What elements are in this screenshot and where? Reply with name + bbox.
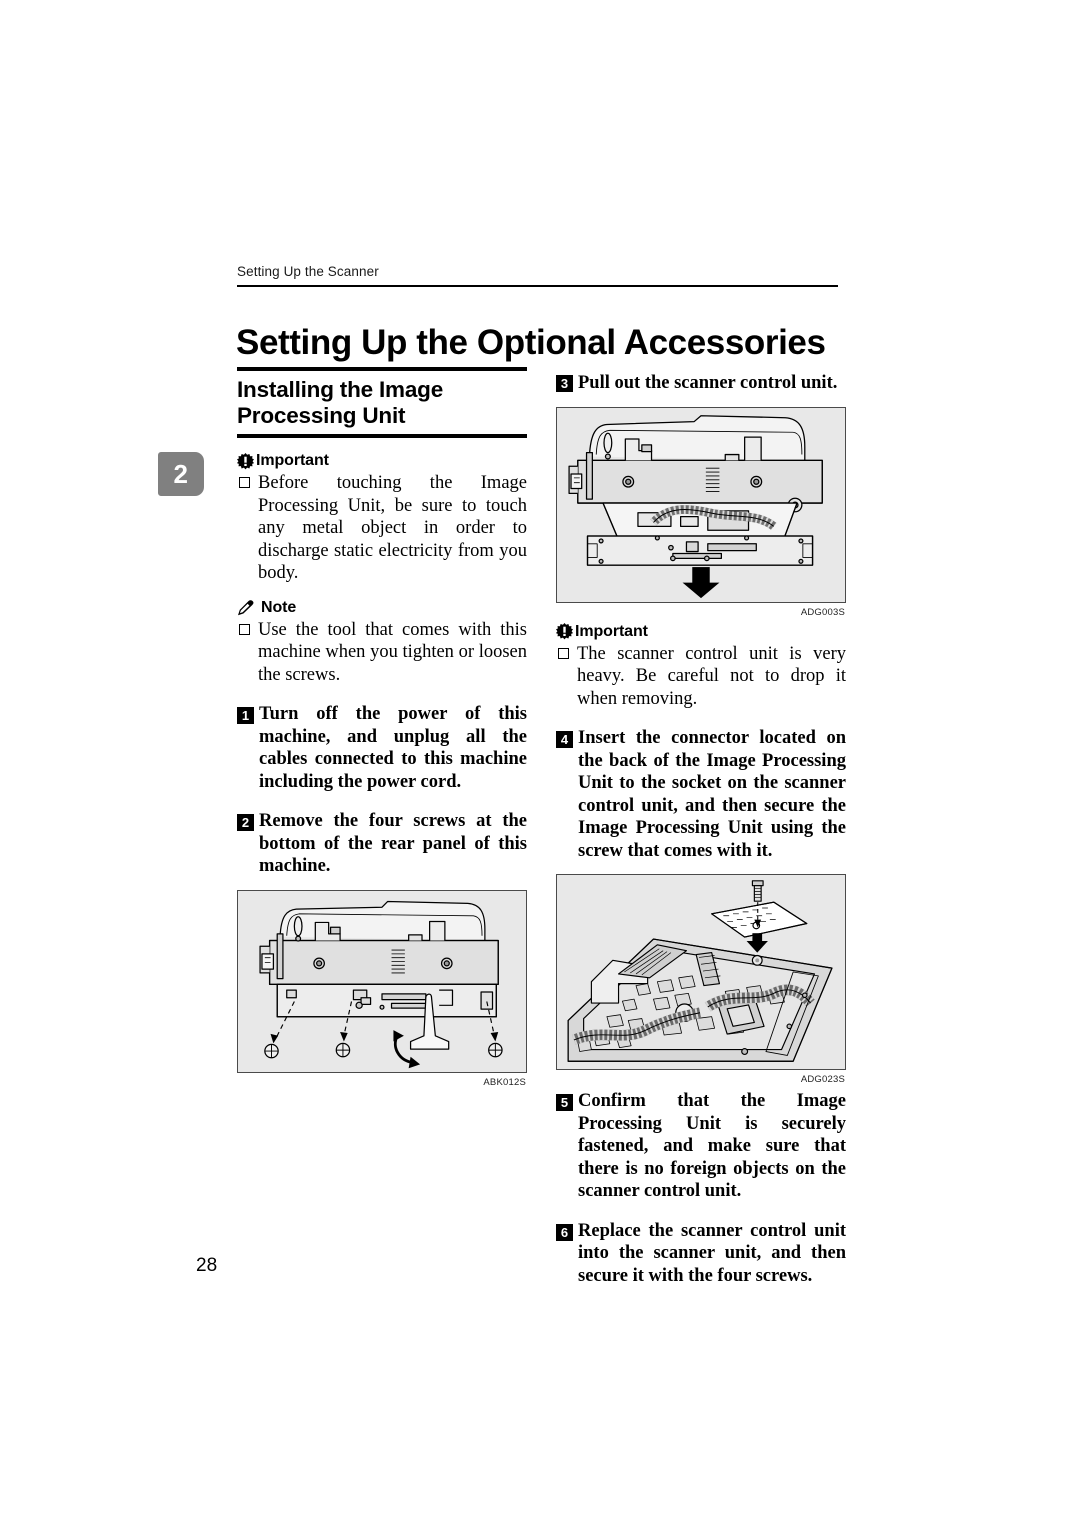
step-4: 4 Insert the connector located on the ba…	[556, 727, 846, 862]
running-head: Setting Up the Scanner	[237, 264, 379, 279]
step-6-text: Replace the scanner control unit into th…	[578, 1220, 846, 1286]
important-label: Important	[575, 622, 648, 640]
step-5-text: Confirm that the Image Processing Unit i…	[578, 1091, 846, 1201]
figure-board-wrap: ADG023S	[556, 874, 846, 1085]
right-column: 3 Pull out the scanner control unit. ADG…	[556, 372, 846, 1287]
figure-label-adg003s: ADG003S	[800, 606, 845, 618]
figure-control-unit-board	[556, 874, 846, 1070]
section-rule-bottom	[237, 434, 527, 438]
step-2-badge: 2	[237, 814, 254, 831]
step-6-badge: 6	[556, 1223, 573, 1241]
step-1: 1 Turn off the power of this machine, an…	[237, 703, 527, 793]
step-5: 5 Confirm that the Image Processing Unit…	[556, 1090, 846, 1203]
important-callout-right: Important The scanner control unit is ve…	[556, 623, 846, 711]
step-5-badge: 5	[556, 1094, 573, 1111]
step-3-badge: 3	[556, 375, 573, 392]
important-item-text-right: The scanner control unit is very heavy. …	[577, 643, 846, 709]
important-callout-left: Important Before touching the Image Proc…	[237, 452, 527, 585]
pencil-icon	[237, 599, 255, 616]
figure-pullout-scanner	[556, 406, 846, 603]
step-4-badge: 4	[556, 731, 573, 748]
page-number: 28	[196, 1255, 218, 1276]
figure-rear-panel-wrap: ABK012S	[237, 889, 527, 1088]
square-bullet-icon	[237, 619, 258, 687]
note-callout-heading: Note	[237, 599, 527, 617]
important-item-text: Before touching the Image Processing Uni…	[258, 473, 527, 583]
step-3: 3 Pull out the scanner control unit.	[556, 372, 846, 395]
important-icon	[237, 452, 254, 470]
figure-rear-panel	[237, 889, 527, 1073]
important-icon	[556, 623, 573, 640]
important-callout-heading: Important	[237, 452, 527, 470]
important-callout-heading-right: Important	[556, 623, 846, 641]
step-6: 6 Replace the scanner control unit into …	[556, 1220, 846, 1288]
important-label: Important	[256, 452, 329, 469]
step-1-badge: 1	[237, 707, 254, 724]
left-column: Installing the Image Processing Unit Imp…	[237, 367, 527, 1093]
running-head-rule	[237, 285, 838, 287]
step-3-text: Pull out the scanner control unit.	[578, 373, 838, 393]
page-title: Setting Up the Optional Accessories	[236, 323, 826, 363]
section-heading: Installing the Image Processing Unit	[237, 377, 444, 428]
note-label: Note	[261, 598, 297, 616]
figure-label-adg023s: ADG023S	[800, 1074, 845, 1085]
square-bullet-icon	[556, 643, 577, 711]
step-2-text: Remove the four screws at the bottom of …	[259, 811, 527, 876]
step-2: 2 Remove the four screws at the bottom o…	[237, 810, 527, 878]
step-1-text: Turn off the power of this machine, and …	[259, 704, 527, 792]
chapter-tab: 2	[158, 452, 204, 496]
square-bullet-icon	[237, 472, 258, 585]
important-list-item-right: The scanner control unit is very heavy. …	[556, 643, 846, 711]
note-item-text: Use the tool that comes with this machin…	[258, 619, 527, 685]
step-4-text: Insert the connector located on the back…	[578, 728, 846, 861]
figure-label-abk012s: ABK012S	[483, 1076, 526, 1088]
important-list-item: Before touching the Image Processing Uni…	[237, 472, 527, 585]
figure-pullout-wrap: ADG003S	[556, 406, 846, 618]
note-list-item: Use the tool that comes with this machin…	[237, 619, 527, 687]
document-page: Setting Up the Scanner Setting Up the Op…	[0, 0, 1080, 1528]
note-callout: Note Use the tool that comes with this m…	[237, 599, 527, 687]
